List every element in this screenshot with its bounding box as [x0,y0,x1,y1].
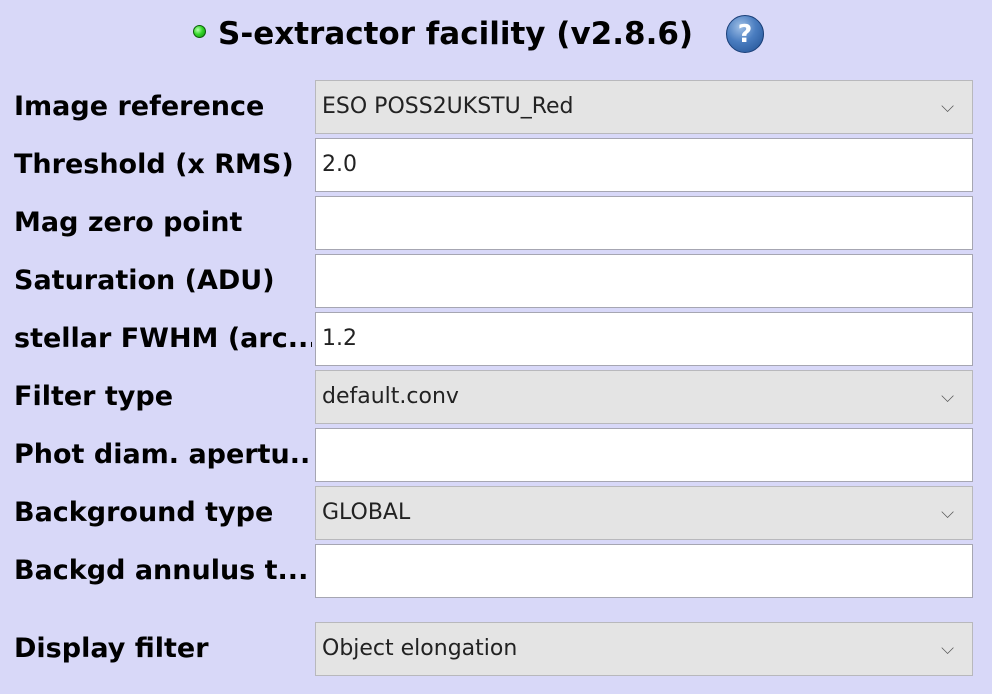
label-backgd-annulus: Backgd annulus t... [14,555,309,586]
label-stellar-fwhm: stellar FWHM (arc... [14,323,312,354]
mag-zero-point-input[interactable] [315,196,973,250]
label-threshold: Threshold (x RMS) [14,149,294,180]
display-filter-value: Object elongation [322,636,518,661]
header: S-extractor facility (v2.8.6) ? [0,0,992,72]
label-filter-type: Filter type [14,381,174,412]
label-phot-diam-aperture: Phot diam. apertu... [14,439,312,470]
label-mag-zero-point: Mag zero point [14,207,243,238]
filter-type-value: default.conv [322,384,459,409]
chevron-down-icon: ⌵ [941,639,954,659]
page-title: S-extractor facility (v2.8.6) [218,16,694,52]
help-icon[interactable]: ? [726,15,764,53]
label-saturation: Saturation (ADU) [14,265,275,296]
filter-type-select[interactable]: default.conv ⌵ [315,370,973,424]
label-display-filter: Display filter [14,633,209,664]
threshold-input[interactable]: 2.0 [315,138,973,192]
backgd-annulus-input[interactable] [315,544,973,598]
background-type-select[interactable]: GLOBAL ⌵ [315,486,973,540]
status-indicator-icon [193,25,206,38]
saturation-input[interactable] [315,254,973,308]
chevron-down-icon: ⌵ [941,97,954,117]
display-filter-select[interactable]: Object elongation ⌵ [315,622,973,676]
image-reference-select[interactable]: ESO POSS2UKSTU_Red ⌵ [315,80,973,134]
chevron-down-icon: ⌵ [941,387,954,407]
background-type-value: GLOBAL [322,500,411,525]
chevron-down-icon: ⌵ [941,503,954,523]
label-image-reference: Image reference [14,91,265,122]
phot-diam-aperture-input[interactable] [315,428,973,482]
stellar-fwhm-input[interactable]: 1.2 [315,312,973,366]
label-background-type: Background type [14,497,274,528]
image-reference-value: ESO POSS2UKSTU_Red [322,94,574,119]
